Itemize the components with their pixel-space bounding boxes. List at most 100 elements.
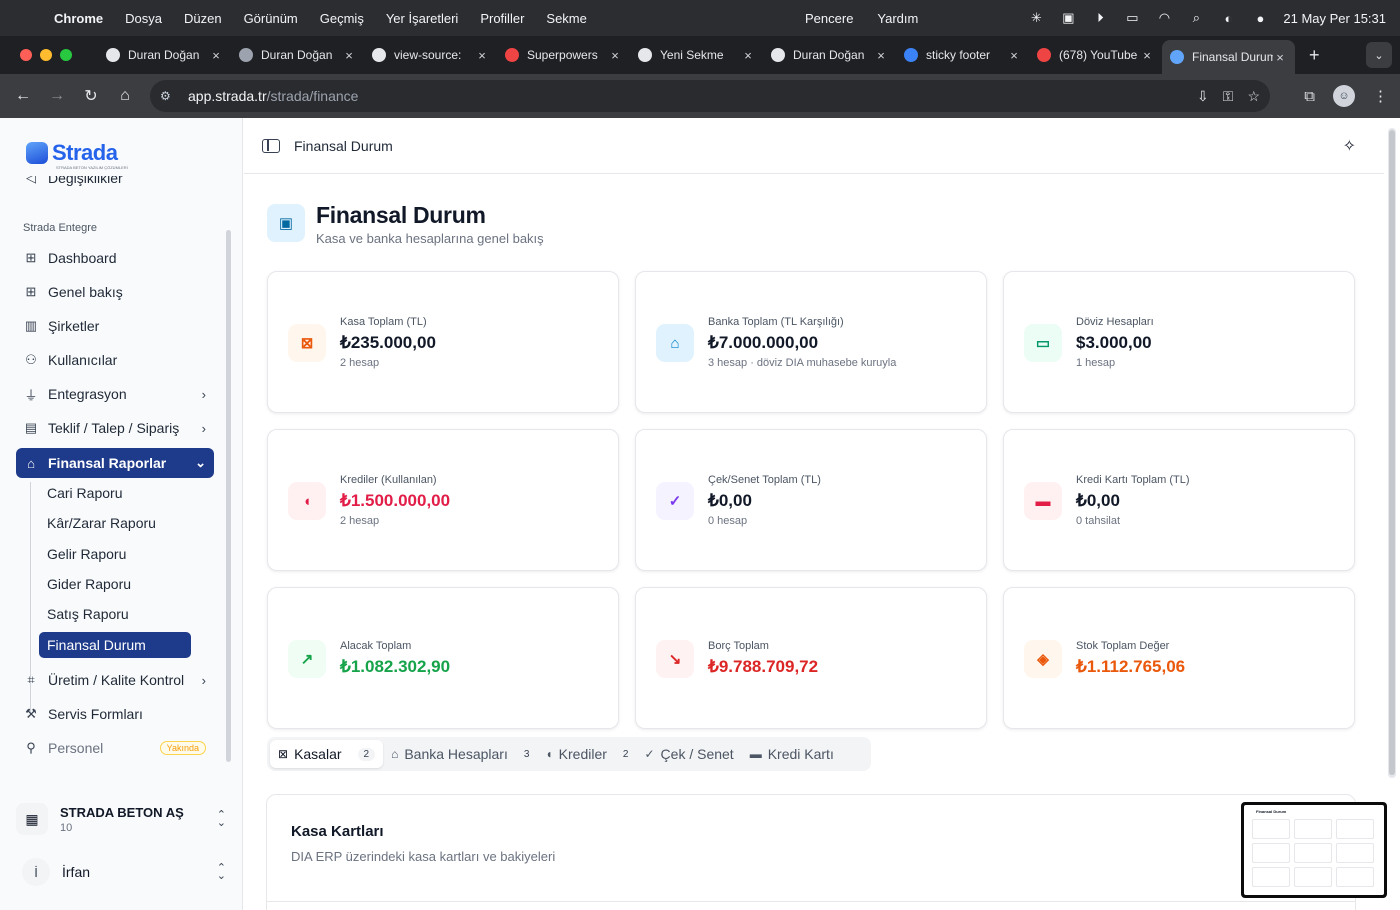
preview-card [1252,819,1290,839]
reload-button[interactable]: ↻ [74,86,108,106]
zoom-window-button[interactable] [60,49,72,61]
browser-tab-strip: Duran Doğan × Duran Doğan × view-source: × Sup… [0,36,1400,74]
page-scrollbar[interactable] [1388,128,1396,778]
menu-clock[interactable]: 21 May Per 15:31 [1283,11,1386,26]
menu-dosya[interactable]: Dosya [125,11,162,26]
close-tab-icon[interactable]: × [1140,48,1154,63]
close-tab-icon[interactable]: × [209,48,223,63]
tab-search-button[interactable]: ⌄ [1366,42,1392,68]
tab-banka-hesapları[interactable]: ⌂ Banka Hesapları 3 [383,740,537,768]
browser-tab[interactable]: Superpowers × [497,40,630,70]
close-tab-icon[interactable]: × [608,48,622,63]
sidebar-subitem-cari-raporu[interactable]: Cari Raporu [39,480,191,506]
preview-screen: Finansal Durum [1244,805,1384,895]
tab-çek-senet[interactable]: ✓ Çek / Senet [636,740,741,768]
install-app-icon[interactable]: ⇩ [1197,88,1209,105]
tab-favicon-icon [1037,48,1051,62]
picture-in-picture-preview[interactable]: Finansal Durum [1241,802,1387,898]
sidebar-item-label: Değişiklikler [48,176,123,186]
window-switcher-icon[interactable]: ▣ [1059,10,1077,25]
chevrons-up-down-icon: ⌃ ⌄ [216,862,226,882]
close-tab-icon[interactable]: × [741,48,755,63]
sparkles-icon[interactable]: ✧ [1343,136,1356,156]
menu-profiller[interactable]: Profiller [480,11,524,26]
card-label: Kredi Kartı Toplam (TL) [1076,474,1190,486]
close-tab-icon[interactable]: × [342,48,356,63]
organization-switcher[interactable]: ▦ STRADA BETON AŞ 10 ⌃ ⌄ [16,794,226,844]
strada-logo[interactable]: Strada STRADA BETON YAZILIM ÇÖZÜMLERİ [26,140,128,170]
close-tab-icon[interactable]: × [874,48,888,63]
menu-yardim[interactable]: Yardım [877,11,918,26]
sidebar-item-dashboard[interactable]: ⊞ Dashboard [16,243,214,273]
menu-gorunum[interactable]: Görünüm [244,11,298,26]
browser-tab[interactable]: sticky footer × [896,40,1029,70]
bookmark-star-icon[interactable]: ☆ [1247,88,1260,105]
home-button[interactable]: ⌂ [108,87,142,105]
tab-krediler[interactable]: ◖ Krediler 2 [537,740,636,768]
menu-gecmis[interactable]: Geçmiş [320,11,364,26]
sidebar-scrollbar[interactable] [226,230,231,762]
menu-duzen[interactable]: Düzen [184,11,222,26]
user-menu[interactable]: İ İrfan ⌃ ⌄ [16,854,226,890]
minimize-window-button[interactable] [40,49,52,61]
battery-icon[interactable]: ▭ [1123,10,1141,25]
spotlight-search-icon[interactable]: ⌕ [1187,10,1205,25]
browser-tab[interactable]: Duran Doğan × [763,40,896,70]
sidebar-item-entegrasyon[interactable]: ⏚ Entegrasyon › [16,379,214,409]
sidebar-subitem-gider-raporu[interactable]: Gider Raporu [39,571,191,597]
tab-kredi-kartı[interactable]: ▬ Kredi Kartı [742,740,842,768]
card-label: Döviz Hesapları [1076,316,1154,328]
close-window-button[interactable] [20,49,32,61]
profile-avatar[interactable]: ☺ [1333,85,1355,107]
browser-tab[interactable]: Duran Doğan × [98,40,231,70]
sidebar-item-servis-formlari[interactable]: ⚒ Servis Formları [16,699,214,729]
siri-icon[interactable]: ● [1251,11,1269,26]
browser-tab[interactable]: Yeni Sekme × [630,40,763,70]
control-center-icon[interactable]: ◐ [1219,11,1237,26]
sidebar-item-degisiklikler[interactable]: ◁ Değişiklikler [16,176,214,188]
chrome-menu-icon[interactable]: ⋮ [1373,87,1388,105]
close-tab-icon[interactable]: × [475,48,489,63]
tab-kasalar[interactable]: ⊠ Kasalar 2 [270,740,384,768]
play-icon[interactable]: ⏵ [1091,10,1109,25]
sidebar-subitem-kar-zarar-raporu[interactable]: Kâr/Zarar Raporu [39,510,191,536]
sidebar-item-sirketler[interactable]: ▥ Şirketler [16,311,214,341]
browser-tab[interactable]: Duran Doğan × [231,40,364,70]
close-tab-icon[interactable]: × [1007,48,1021,63]
browser-tab[interactable]: Finansal Durum × [1162,40,1295,74]
extensions-icon[interactable]: ⧉ [1304,88,1315,105]
back-button[interactable]: ← [6,87,40,105]
wifi-icon[interactable]: ◠ [1155,10,1173,25]
menu-yer-isaretleri[interactable]: Yer İşaretleri [386,11,459,26]
chevron-down-icon: ⌄ [195,455,206,470]
address-bar[interactable]: ⚙ app.strada.tr/strada/finance ⇩ ⚿ ☆ [150,80,1270,112]
summary-card: ⊠ Kasa Toplam (TL) ₺235.000,00 2 hesap [267,271,619,413]
close-tab-icon[interactable]: × [1273,50,1287,65]
forward-button[interactable]: → [40,87,74,105]
browser-tab[interactable]: (678) YouTube × [1029,40,1162,70]
sidebar-item-genel-bakis[interactable]: ⊞ Genel bakış [16,277,214,307]
preview-title: Finansal Durum [1256,809,1287,814]
tab-favicon-icon [372,48,386,62]
sidebar-item-kullanicilar[interactable]: ⚇ Kullanıcılar [16,345,214,375]
sidebar-item-personel[interactable]: ⚲ Personel Yakında [16,733,214,763]
sidebar-toggle-icon[interactable] [262,138,280,153]
sidebar-item-finansal-raporlar[interactable]: ⌂ Finansal Raporlar ⌄ [16,448,214,478]
menu-sekme[interactable]: Sekme [546,11,586,26]
kasa-kartlari-panel: Kasa Kartları DIA ERP üzerindeki kasa ka… [266,794,1356,910]
tab-favicon-icon [505,48,519,62]
sidebar-subitem-finansal-durum[interactable]: Finansal Durum [39,632,191,658]
coming-soon-badge: Yakında [159,741,206,755]
sidebar-item-teklif-talep-siparis[interactable]: ▤ Teklif / Talep / Sipariş › [16,413,214,443]
menu-app-chrome[interactable]: Chrome [54,11,103,26]
sidebar-subitem-satis-raporu[interactable]: Satış Raporu [39,601,191,627]
site-info-icon[interactable]: ⚙ [160,89,178,103]
page-scrollbar-thumb[interactable] [1389,130,1395,775]
password-key-icon[interactable]: ⚿ [1223,88,1234,105]
menu-pencere[interactable]: Pencere [805,11,853,26]
sidebar-subitem-gelir-raporu[interactable]: Gelir Raporu [39,541,191,567]
sidebar-item-uretim-kalite-kontrol[interactable]: ⌗ Üretim / Kalite Kontrol › [16,665,214,695]
browser-tab[interactable]: view-source: × [364,40,497,70]
perplexity-icon[interactable]: ✳ [1027,10,1045,25]
new-tab-button[interactable]: + [1309,45,1320,66]
